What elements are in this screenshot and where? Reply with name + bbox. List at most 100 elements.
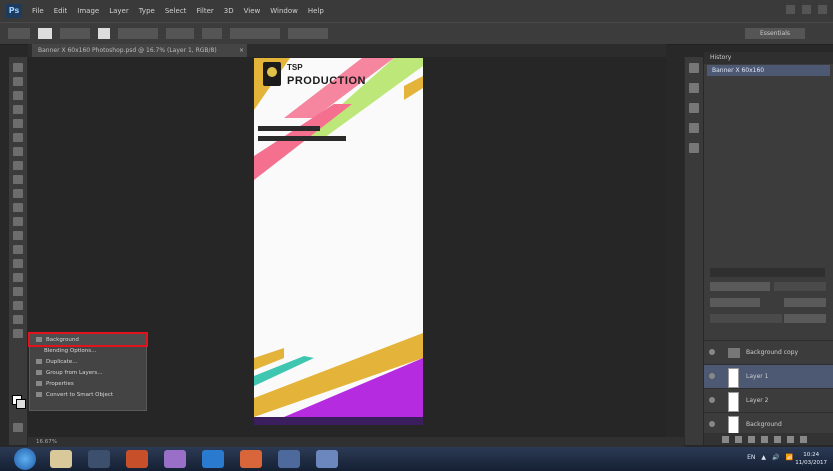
close-tab-icon[interactable]: ×	[239, 44, 244, 57]
history-panel-icon[interactable]	[689, 63, 699, 73]
layer-filter-icons[interactable]	[774, 282, 826, 291]
properties-panel-icon[interactable]	[689, 83, 699, 93]
context-item-smart-object[interactable]: Convert to Smart Object	[30, 389, 146, 400]
context-item-group[interactable]: Group from Layers...	[30, 367, 146, 378]
browser-icon[interactable]	[202, 450, 224, 468]
mode-dropdown[interactable]	[60, 28, 90, 39]
visibility-eye-icon[interactable]	[709, 373, 715, 379]
eraser-tool-icon[interactable]	[13, 203, 23, 212]
menu-help[interactable]: Help	[308, 7, 324, 15]
brush-panel-icon[interactable]	[689, 103, 699, 113]
clock[interactable]: 10:24 11/03/2017	[795, 451, 827, 467]
blend-mode-dropdown[interactable]	[710, 298, 760, 307]
menu-layer[interactable]: Layer	[109, 7, 129, 15]
start-button-icon[interactable]	[14, 448, 36, 470]
trash-icon[interactable]	[800, 435, 807, 443]
menu-view[interactable]: View	[244, 7, 261, 15]
visibility-eye-icon[interactable]	[709, 397, 715, 403]
path-selection-tool-icon[interactable]	[13, 287, 23, 296]
app-icon-2[interactable]	[164, 450, 186, 468]
mask-icon[interactable]	[748, 435, 755, 443]
language-indicator[interactable]: EN	[747, 454, 755, 461]
photoshop-taskbar-icon[interactable]	[316, 450, 338, 468]
opacity-field[interactable]	[784, 298, 826, 307]
brush-tool-icon[interactable]	[13, 161, 23, 170]
layer-row[interactable]: Layer 2	[704, 388, 833, 413]
character-panel-icon[interactable]	[689, 123, 699, 133]
context-item-properties[interactable]: Properties	[30, 378, 146, 389]
context-item-blending-options[interactable]: Blending Options...	[30, 345, 146, 356]
volume-icon[interactable]: 🔊	[772, 454, 779, 461]
show-hidden-icons-icon[interactable]: ▲	[761, 454, 766, 461]
quick-select-tool-icon[interactable]	[13, 105, 23, 114]
gradient-tool-icon[interactable]	[13, 217, 23, 226]
document-tab[interactable]: Banner X 60x160 Photoshop.psd @ 16.7% (L…	[32, 44, 247, 57]
maximize-icon[interactable]	[802, 5, 811, 14]
zoom-tool-icon[interactable]	[13, 329, 23, 338]
dodge-tool-icon[interactable]	[13, 245, 23, 254]
new-group-icon[interactable]	[774, 435, 781, 443]
marquee-tool-icon[interactable]	[13, 77, 23, 86]
options-bar: Essentials	[0, 22, 833, 45]
file-explorer-icon[interactable]	[50, 450, 72, 468]
visibility-eye-icon[interactable]	[709, 349, 715, 355]
app-icon[interactable]	[88, 450, 110, 468]
context-item-background[interactable]: Background	[28, 332, 148, 347]
link-layers-icon[interactable]	[722, 435, 729, 443]
minimize-icon[interactable]	[786, 5, 795, 14]
menu-edit[interactable]: Edit	[54, 7, 68, 15]
layer-row[interactable]: Background copy	[704, 340, 833, 365]
network-icon[interactable]: 📶	[786, 454, 793, 461]
history-state[interactable]: Banner X 60x160	[707, 65, 830, 76]
layer-row-selected[interactable]: Layer 1	[704, 364, 833, 389]
menu-type[interactable]: Type	[139, 7, 155, 15]
history-panel-header[interactable]: History	[704, 52, 833, 64]
eyedropper-tool-icon[interactable]	[13, 133, 23, 142]
option-buttons-2[interactable]	[288, 28, 328, 39]
quick-mask-icon[interactable]	[13, 423, 23, 432]
menu-file[interactable]: File	[32, 7, 44, 15]
lock-icons[interactable]	[710, 314, 782, 323]
color-swatch[interactable]	[38, 28, 52, 39]
hand-tool-icon[interactable]	[13, 315, 23, 324]
context-item-duplicate[interactable]: Duplicate...	[30, 356, 146, 367]
zoom-level[interactable]: 16.67%	[36, 439, 57, 445]
close-icon[interactable]	[818, 5, 827, 14]
new-layer-icon[interactable]	[787, 435, 794, 443]
app-icon-3[interactable]	[240, 450, 262, 468]
menu-3d[interactable]: 3D	[224, 7, 234, 15]
visibility-eye-icon[interactable]	[709, 421, 715, 427]
adjustment-icon[interactable]	[761, 435, 768, 443]
menu-window[interactable]: Window	[270, 7, 298, 15]
option-dropdown[interactable]	[118, 28, 158, 39]
fill-field[interactable]	[784, 314, 826, 323]
move-tool-icon[interactable]	[13, 63, 23, 72]
layers-panel-tabs[interactable]	[710, 268, 825, 277]
paragraph-panel-icon[interactable]	[689, 143, 699, 153]
firefox-icon[interactable]	[126, 450, 148, 468]
opacity-field[interactable]	[166, 28, 194, 39]
option-buttons[interactable]	[230, 28, 280, 39]
pen-tool-icon[interactable]	[13, 259, 23, 268]
lasso-tool-icon[interactable]	[13, 91, 23, 100]
document-canvas[interactable]: TSP PRODUCTION	[254, 58, 423, 417]
background-color-swatch[interactable]	[16, 399, 26, 409]
yellow-stripe-right	[404, 76, 423, 100]
crop-tool-icon[interactable]	[13, 119, 23, 128]
flow-field[interactable]	[202, 28, 222, 39]
menu-filter[interactable]: Filter	[196, 7, 213, 15]
type-tool-icon[interactable]	[13, 273, 23, 282]
history-brush-tool-icon[interactable]	[13, 189, 23, 198]
size-field[interactable]	[98, 28, 110, 39]
menu-select[interactable]: Select	[165, 7, 187, 15]
tool-preset-picker[interactable]	[8, 28, 30, 39]
clone-stamp-tool-icon[interactable]	[13, 175, 23, 184]
shape-tool-icon[interactable]	[13, 301, 23, 310]
app-icon-4[interactable]	[278, 450, 300, 468]
layer-filter-dropdown[interactable]	[710, 282, 770, 291]
menu-image[interactable]: Image	[77, 7, 99, 15]
blur-tool-icon[interactable]	[13, 231, 23, 240]
healing-brush-tool-icon[interactable]	[13, 147, 23, 156]
workspace-switcher[interactable]: Essentials	[745, 28, 805, 39]
fx-icon[interactable]	[735, 435, 742, 443]
